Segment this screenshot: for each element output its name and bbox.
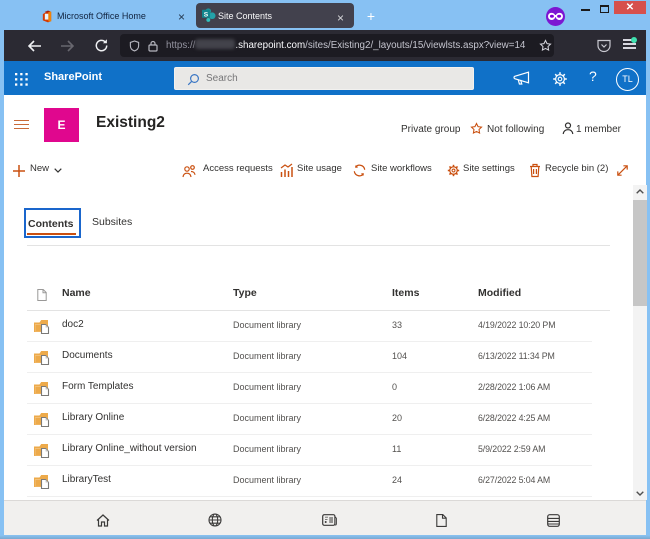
- svg-text:S: S: [204, 12, 209, 19]
